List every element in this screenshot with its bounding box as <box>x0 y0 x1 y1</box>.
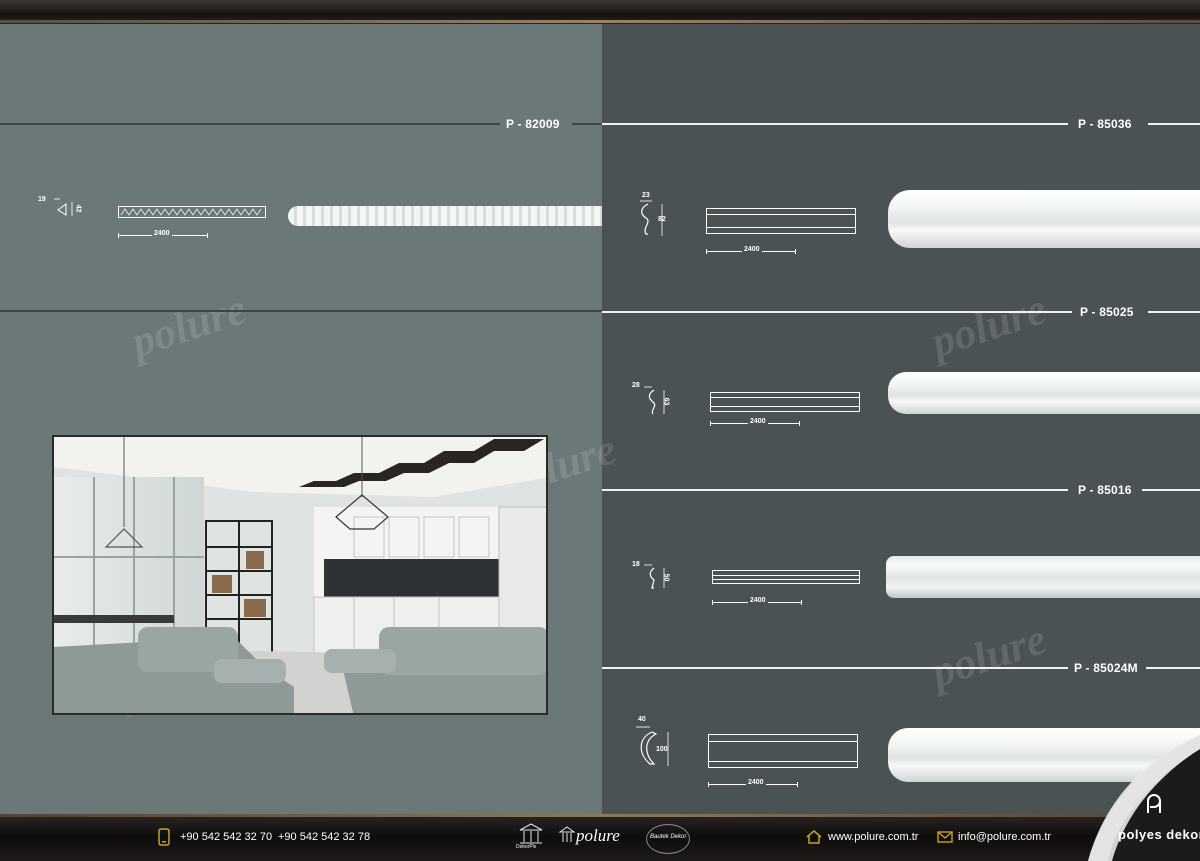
dim-tick <box>801 600 802 605</box>
dim-tick <box>799 421 800 426</box>
section-line <box>602 489 1068 491</box>
email-link[interactable]: info@polure.com.tr <box>958 831 1051 843</box>
molding-image <box>888 190 1200 248</box>
home-icon <box>806 830 822 844</box>
width-dim: 40 <box>638 716 646 723</box>
product-code: P - 85036 <box>1078 117 1132 131</box>
dim-tick <box>712 600 713 605</box>
section-line <box>0 310 602 312</box>
width-dim: 18 <box>632 561 640 568</box>
molding-image <box>288 206 602 226</box>
dim-tick <box>118 233 119 238</box>
section-line <box>602 311 1072 313</box>
height-dim: 50 <box>662 573 670 582</box>
top-bar <box>0 0 1200 24</box>
dim-tick <box>706 249 707 254</box>
interior-photo <box>52 435 548 715</box>
dim-tick <box>207 233 208 238</box>
width-dim: 28 <box>632 382 640 389</box>
dim-tick <box>795 249 796 254</box>
right-panel <box>602 24 1200 814</box>
logo-bautek-dekor: Bautek Dekor <box>646 824 690 854</box>
section-line <box>572 123 602 125</box>
length-dim: 2400 <box>742 246 762 253</box>
phone-icon <box>158 828 170 846</box>
website-link[interactable]: www.polure.com.tr <box>828 831 918 843</box>
height-dim: 42 <box>74 204 82 213</box>
profile-drawing-icon <box>636 726 669 766</box>
section-line <box>1148 123 1200 125</box>
dim-tick <box>797 782 798 787</box>
product-code: P - 85024M <box>1074 661 1138 675</box>
width-dim: 19 <box>38 196 46 203</box>
section-line <box>602 667 1068 669</box>
product-code: P - 85025 <box>1080 305 1134 319</box>
catalog-page: polure polure polure polure polure P - 8… <box>0 0 1200 861</box>
logo-dekorpix: DekorPix <box>516 822 546 854</box>
height-dim: 63 <box>662 397 670 406</box>
phone-number[interactable]: +90 542 542 32 70 <box>180 831 272 843</box>
product-code: P - 82009 <box>506 117 560 131</box>
section-line <box>1146 667 1200 669</box>
front-drawing <box>710 392 860 412</box>
logo-polure: polure <box>558 826 634 852</box>
length-dim: 2400 <box>748 418 768 425</box>
dim-tick <box>710 421 711 426</box>
front-drawing <box>118 206 266 218</box>
height-dim: 100 <box>656 746 668 753</box>
mail-icon <box>937 831 953 843</box>
product-code: P - 85016 <box>1078 483 1132 497</box>
front-drawing <box>708 734 858 768</box>
molding-image <box>886 556 1200 598</box>
dim-tick <box>708 782 709 787</box>
length-dim: 2400 <box>152 230 172 237</box>
section-line <box>1142 489 1200 491</box>
length-dim: 2400 <box>746 779 766 786</box>
brand-name: polyes dekor <box>1118 827 1200 842</box>
phone-number[interactable]: +90 542 542 32 78 <box>278 831 370 843</box>
molding-image <box>888 372 1200 414</box>
front-drawing <box>712 570 860 584</box>
front-drawing <box>706 208 856 234</box>
footer: +90 542 542 32 70 +90 542 542 32 78 Deko… <box>0 814 1200 861</box>
section-line <box>0 123 500 125</box>
height-dim: 82 <box>658 216 666 223</box>
brand-corner: polyes dekor <box>1088 735 1200 861</box>
length-dim: 2400 <box>748 597 768 604</box>
section-line <box>1148 311 1200 313</box>
section-line <box>602 123 1068 125</box>
profile-drawing-icon <box>54 198 73 216</box>
